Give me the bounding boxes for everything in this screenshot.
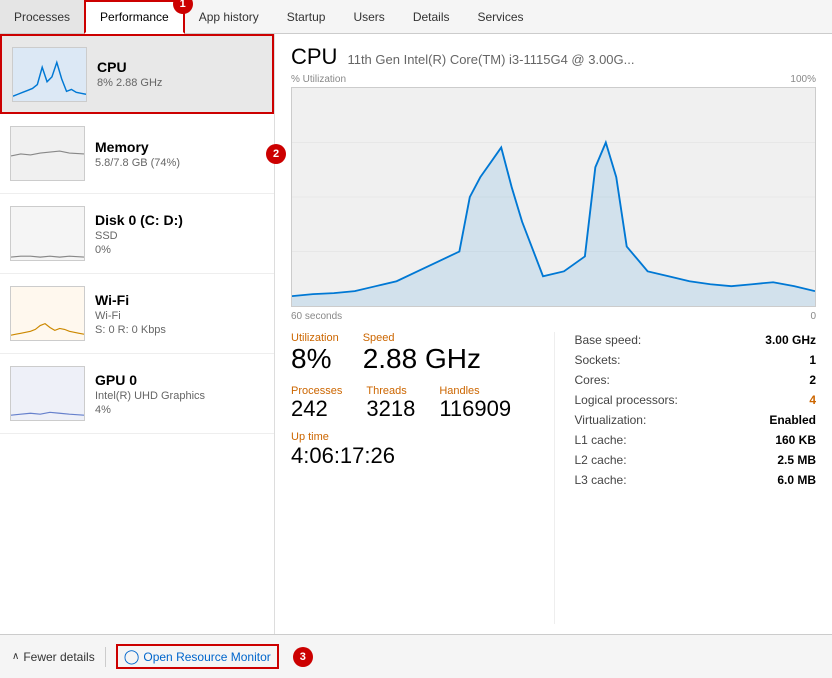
stat-sockets: Sockets: 1 [575,352,817,368]
gpu-thumbnail [10,366,85,421]
stats-right: Base speed: 3.00 GHz Sockets: 1 Cores: 2… [554,332,817,624]
chart-time-labels: 60 seconds 0 [291,311,816,322]
stats-left: Utilization 8% Speed 2.88 GHz Processes … [291,332,554,624]
annotation-2: 2 [266,144,286,164]
cpu-resource-info: CPU 8% 2.88 GHz [97,59,262,89]
utilization-stat: Utilization 8% [291,332,339,375]
uptime-stat: Up time 4:06:17:26 [291,431,554,469]
sidebar-item-wifi[interactable]: Wi-Fi Wi-Fi S: 0 R: 0 Kbps [0,274,274,354]
threads-stat: Threads 3218 [366,385,415,421]
sidebar-item-cpu[interactable]: CPU 8% 2.88 GHz [0,34,274,114]
fewer-details-button[interactable]: ∧ Fewer details [12,650,95,664]
tab-services[interactable]: Services [464,0,538,33]
stat-virtualization: Virtualization: Enabled [575,412,817,428]
gpu-resource-info: GPU 0 Intel(R) UHD Graphics 4% [95,372,264,416]
stats-grid: Utilization 8% Speed 2.88 GHz Processes … [291,332,816,624]
cpu-chart [291,87,816,307]
speed-stat: Speed 2.88 GHz [363,332,481,375]
wifi-thumbnail [10,286,85,341]
memory-resource-info: Memory 5.8/7.8 GB (74%) [95,139,264,169]
tab-app-history[interactable]: App history [185,0,273,33]
utilization-speed-group: Utilization 8% Speed 2.88 GHz [291,332,554,375]
resource-monitor-icon: ◯ [124,648,140,665]
main-content: CPU 8% 2.88 GHz Memory 5.8/7.8 GB (74%) … [0,34,832,634]
sidebar-item-disk[interactable]: Disk 0 (C: D:) SSD 0% [0,194,274,274]
stat-l3-cache: L3 cache: 6.0 MB [575,472,817,488]
annotation-3: 3 [293,647,313,667]
sidebar-item-memory[interactable]: Memory 5.8/7.8 GB (74%) 2 [0,114,274,194]
stat-base-speed: Base speed: 3.00 GHz [575,332,817,348]
processes-stat: Processes 242 [291,385,342,421]
stat-l2-cache: L2 cache: 2.5 MB [575,452,817,468]
stat-cores: Cores: 2 [575,372,817,388]
tab-details[interactable]: Details [399,0,464,33]
tab-processes[interactable]: Processes [0,0,84,33]
task-manager-window: Processes Performance 1 App history Star… [0,0,832,678]
tab-bar: Processes Performance 1 App history Star… [0,0,832,34]
footer: ∧ Fewer details ◯ Open Resource Monitor … [0,634,832,678]
tab-users[interactable]: Users [339,0,398,33]
sidebar-item-gpu[interactable]: GPU 0 Intel(R) UHD Graphics 4% [0,354,274,434]
wifi-resource-info: Wi-Fi Wi-Fi S: 0 R: 0 Kbps [95,292,264,336]
stat-l1-cache: L1 cache: 160 KB [575,432,817,448]
processes-threads-handles-group: Processes 242 Threads 3218 Handles 11690… [291,385,554,421]
cpu-detail-panel: CPU 11th Gen Intel(R) Core(TM) i3-1115G4… [275,34,832,634]
tab-startup[interactable]: Startup [273,0,340,33]
cpu-thumbnail [12,47,87,102]
cpu-header: CPU 11th Gen Intel(R) Core(TM) i3-1115G4… [291,44,816,70]
chart-axis-labels: % Utilization 100% [291,74,816,85]
disk-resource-info: Disk 0 (C: D:) SSD 0% [95,212,264,256]
open-resource-monitor-link[interactable]: ◯ Open Resource Monitor [116,644,279,669]
handles-stat: Handles 116909 [439,385,511,421]
sidebar: CPU 8% 2.88 GHz Memory 5.8/7.8 GB (74%) … [0,34,275,634]
memory-thumbnail [10,126,85,181]
stat-logical-processors: Logical processors: 4 [575,392,817,408]
disk-thumbnail [10,206,85,261]
tab-performance[interactable]: Performance 1 [84,0,185,34]
chevron-up-icon: ∧ [12,651,19,662]
